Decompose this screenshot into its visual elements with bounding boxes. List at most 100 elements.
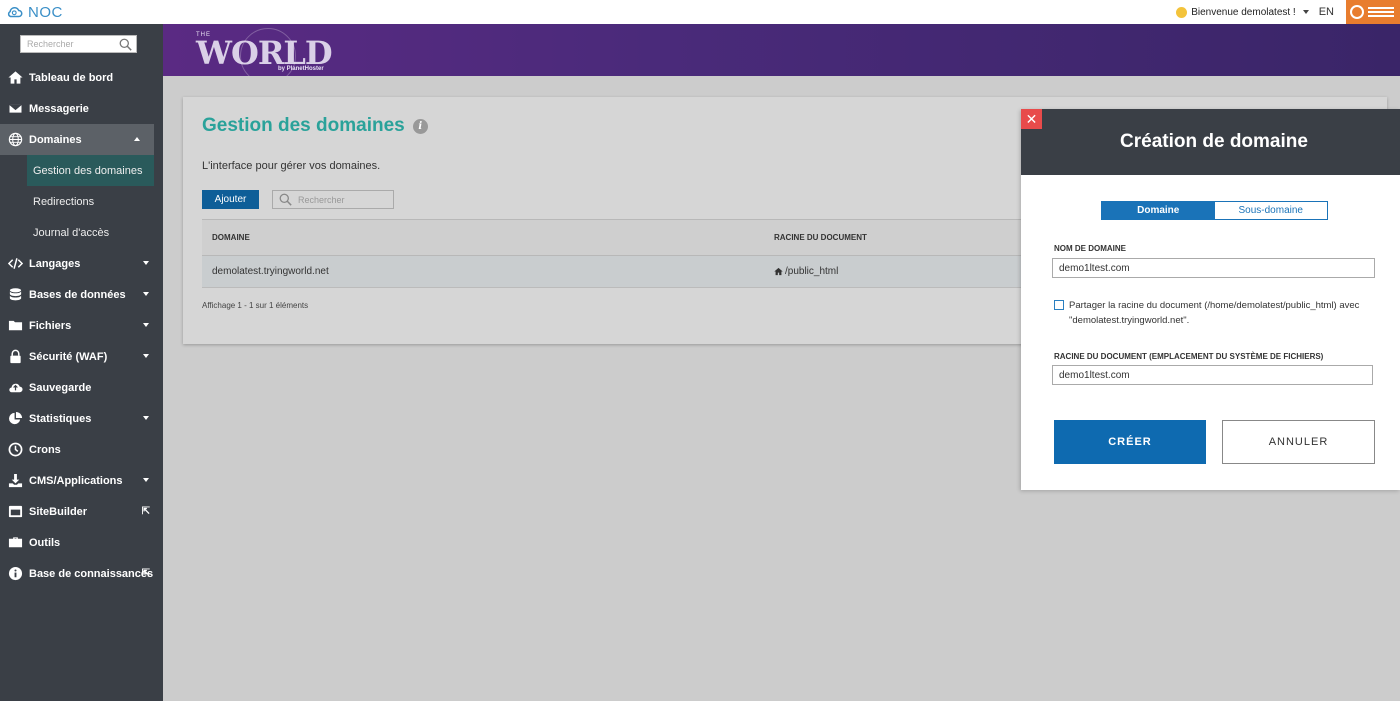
language-switch[interactable]: EN: [1319, 6, 1334, 18]
sidebar-item-label: Bases de données: [29, 288, 126, 301]
sidebar-item-label: Langages: [29, 257, 81, 270]
tab-domain[interactable]: Domaine: [1102, 202, 1215, 219]
create-button[interactable]: CRÉER: [1054, 420, 1206, 464]
modal-title: Création de domaine: [1120, 131, 1308, 152]
close-button[interactable]: ✕: [1021, 109, 1042, 129]
app-name: NOC: [28, 3, 63, 21]
sidebar-search-input[interactable]: [27, 39, 115, 49]
header-banner: THE WORLD by PlanetHoster: [163, 24, 1400, 76]
chevron-down-icon: [143, 323, 149, 327]
sidebar-subitem-redirections[interactable]: Redirections: [0, 186, 163, 217]
search-icon[interactable]: [119, 38, 132, 51]
sidebar-item-label: SiteBuilder: [29, 505, 88, 518]
smiley-icon: [1176, 6, 1188, 18]
sidebar-item-label: CMS/Applications: [29, 474, 123, 487]
chevron-down-icon: [143, 478, 149, 482]
add-button[interactable]: Ajouter: [202, 190, 259, 209]
sidebar-item-crons[interactable]: Crons: [0, 434, 163, 465]
noc-logo[interactable]: NOC: [6, 3, 63, 21]
home-icon: [774, 267, 783, 276]
sidebar-item-label: Domaines: [29, 133, 82, 146]
sidebar: Tableau de bord Messagerie Domaines Gest…: [0, 24, 163, 701]
clock-icon: [7, 442, 23, 458]
sidebar-item-databases[interactable]: Bases de données: [0, 279, 163, 310]
lock-icon: [7, 349, 23, 365]
column-header-domain[interactable]: DOMAINE: [202, 233, 764, 242]
share-root-label: Partager la racine du document (/home/de…: [1069, 300, 1360, 326]
sidebar-item-label: Sécurité (WAF): [29, 350, 108, 363]
info-icon: [7, 566, 23, 582]
chevron-up-icon: [134, 137, 140, 141]
sidebar-item-backup[interactable]: Sauvegarde: [0, 372, 163, 403]
sidebar-item-knowledge-base[interactable]: Base de connaissances ⇱: [0, 558, 163, 589]
info-icon[interactable]: i: [412, 118, 428, 134]
sidebar-item-label: Sauvegarde: [29, 381, 92, 394]
page-title: Gestion des domaines i: [202, 115, 428, 137]
sidebar-item-tools[interactable]: Outils: [0, 527, 163, 558]
sidebar-item-domains[interactable]: Domaines: [0, 124, 154, 155]
close-icon: ✕: [1025, 110, 1038, 127]
sidebar-item-cms[interactable]: CMS/Applications: [0, 465, 163, 496]
sidebar-item-label: Messagerie: [29, 102, 89, 115]
welcome-text: Bienvenue demolatest !: [1191, 6, 1296, 18]
domain-name-field[interactable]: [1052, 258, 1375, 278]
database-icon: [7, 287, 23, 303]
sidebar-item-label: Fichiers: [29, 319, 72, 332]
top-bar: NOC Bienvenue demolatest ! EN: [0, 0, 1400, 24]
sidebar-item-sitebuilder[interactable]: SiteBuilder ⇱: [0, 496, 163, 527]
planethoster-badge[interactable]: [1346, 0, 1400, 24]
globe-icon: [7, 132, 23, 148]
sidebar-subitem-domain-management[interactable]: Gestion des domaines: [27, 155, 154, 186]
chevron-down-icon: [143, 416, 149, 420]
home-icon: [7, 70, 23, 86]
sidebar-item-dashboard[interactable]: Tableau de bord: [0, 62, 163, 93]
chevron-down-icon: [143, 354, 149, 358]
domain-search[interactable]: [272, 190, 394, 209]
toolbox-icon: [7, 535, 23, 551]
sidebar-item-files[interactable]: Fichiers: [0, 310, 163, 341]
domain-cell: demolatest.tryingworld.net: [212, 266, 329, 277]
domain-name-label: NOM DE DOMAINE: [1054, 244, 1126, 253]
create-domain-modal: Création de domaine ✕ Domaine Sous-domai…: [1021, 109, 1400, 490]
envelope-icon: [7, 101, 23, 117]
folder-icon: [7, 318, 23, 334]
document-root-cell: /public_html: [764, 266, 838, 277]
external-link-icon: ⇱: [141, 568, 150, 579]
sidebar-item-label: Outils: [29, 536, 61, 549]
cloud-upload-icon: [7, 380, 23, 396]
chevron-down-icon: [143, 292, 149, 296]
sidebar-subitem-access-log[interactable]: Journal d'accès: [0, 217, 163, 248]
sidebar-item-label: Tableau de bord: [29, 71, 114, 84]
sidebar-item-label: Statistiques: [29, 412, 92, 425]
user-menu[interactable]: Bienvenue demolatest !: [1176, 6, 1309, 18]
chevron-down-icon: [143, 261, 149, 265]
external-link-icon: ⇱: [141, 506, 150, 517]
sidebar-item-label: Base de connaissances: [29, 567, 154, 580]
download-icon: [7, 473, 23, 489]
cloud-logo-icon: [7, 6, 23, 18]
pagination-info: Affichage 1 - 1 sur 1 éléments: [202, 301, 309, 310]
sidebar-item-messaging[interactable]: Messagerie: [0, 93, 163, 124]
domain-search-input[interactable]: [298, 194, 388, 205]
sitebuilder-icon: [7, 504, 23, 520]
the-world-logo: THE WORLD by PlanetHoster: [196, 28, 333, 76]
share-root-checkbox[interactable]: [1054, 300, 1064, 310]
chevron-down-icon: [1302, 10, 1309, 14]
cancel-button[interactable]: ANNULER: [1222, 420, 1375, 464]
pie-chart-icon: [7, 411, 23, 427]
tab-subdomain[interactable]: Sous-domaine: [1214, 202, 1327, 219]
document-root-label: RACINE DU DOCUMENT (EMPLACEMENT DU SYSTÈ…: [1054, 352, 1324, 361]
sidebar-item-security[interactable]: Sécurité (WAF): [0, 341, 163, 372]
column-header-document-root[interactable]: RACINE DU DOCUMENT: [764, 233, 867, 242]
sidebar-item-label: Crons: [29, 443, 61, 456]
planet-icon: [1350, 5, 1364, 19]
page-description: L'interface pour gérer vos domaines.: [202, 160, 381, 172]
document-root-field[interactable]: [1052, 365, 1373, 385]
modal-header: Création de domaine: [1021, 109, 1400, 175]
search-icon: [279, 193, 292, 206]
sidebar-search[interactable]: [20, 35, 137, 53]
sidebar-item-statistics[interactable]: Statistiques: [0, 403, 163, 434]
domain-type-toggle: Domaine Sous-domaine: [1101, 201, 1328, 220]
code-icon: [7, 256, 23, 272]
sidebar-item-languages[interactable]: Langages: [0, 248, 163, 279]
